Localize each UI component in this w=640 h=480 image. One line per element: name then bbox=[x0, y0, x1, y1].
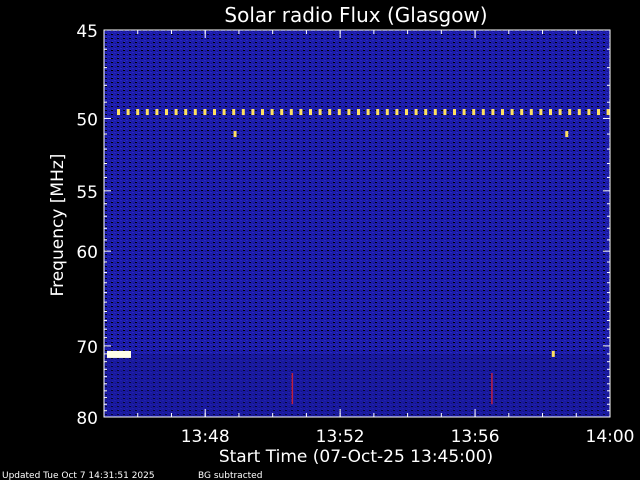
x-axis-label: Start Time (07-Oct-25 13:45:00) bbox=[219, 447, 493, 467]
burst-dash-mark bbox=[213, 109, 216, 116]
burst-dash-mark bbox=[385, 109, 389, 116]
burst-dash-mark bbox=[241, 109, 245, 116]
x-tick-label: 13:52 bbox=[316, 427, 365, 447]
burst-dash-mark bbox=[481, 109, 485, 116]
burst-dash-mark bbox=[568, 109, 572, 116]
burst-dash-mark bbox=[203, 109, 207, 116]
burst-dash-mark bbox=[366, 109, 370, 116]
burst-dash-mark bbox=[280, 109, 284, 116]
burst-dash-mark bbox=[270, 109, 274, 116]
burst-segment-mark bbox=[107, 350, 131, 358]
burst-dash-mark bbox=[184, 109, 188, 116]
footer-mode: BG subtracted bbox=[198, 471, 262, 480]
burst-dash-mark bbox=[453, 109, 456, 116]
burst-dash-mark bbox=[251, 109, 255, 116]
burst-dash-mark bbox=[443, 109, 447, 116]
burst-dash-mark bbox=[155, 109, 159, 116]
burst-dash-mark bbox=[328, 109, 332, 116]
x-tick-label: 13:48 bbox=[181, 427, 230, 447]
burst-dash-mark bbox=[261, 109, 264, 116]
spectrogram-chart: 45 50 55 60 70 80 13:48 13:52 13:56 14:00 Solar r… bbox=[2, 3, 635, 480]
burst-dash-mark bbox=[577, 109, 581, 116]
burst-dash-mark bbox=[193, 109, 197, 116]
burst-dash-mark bbox=[309, 109, 312, 116]
burst-dash-mark bbox=[462, 109, 466, 116]
burst-dash-mark bbox=[597, 109, 600, 116]
y-tick-label: 45 bbox=[76, 22, 98, 42]
burst-dash-mark bbox=[549, 109, 552, 116]
burst-dash-mark bbox=[414, 109, 418, 116]
x-tick-label: 13:56 bbox=[451, 427, 500, 447]
burst-dash-mark bbox=[529, 109, 533, 116]
burst-dot-mark bbox=[565, 131, 569, 138]
burst-dash-mark bbox=[232, 109, 236, 116]
y-tick-label: 70 bbox=[76, 338, 98, 358]
y-axis-label: Frequency [MHz] bbox=[48, 154, 68, 297]
burst-dash-mark bbox=[136, 109, 140, 116]
burst-dash-mark bbox=[289, 109, 293, 116]
burst-dash-mark bbox=[587, 109, 591, 116]
burst-dash-mark bbox=[606, 109, 610, 116]
y-tick-label: 55 bbox=[76, 183, 98, 203]
burst-dash-mark bbox=[318, 109, 322, 116]
x-tick-label: 14:00 bbox=[586, 427, 635, 447]
burst-dash-mark bbox=[347, 109, 351, 116]
burst-dash-mark bbox=[405, 109, 408, 116]
burst-dash-mark bbox=[558, 109, 562, 116]
burst-dash-mark bbox=[174, 109, 178, 116]
burst-dash-mark bbox=[433, 109, 437, 116]
burst-dash-mark bbox=[491, 109, 495, 116]
burst-dash-mark bbox=[117, 109, 120, 116]
burst-dash-mark bbox=[472, 109, 476, 116]
burst-dash-mark bbox=[395, 109, 399, 116]
burst-dash-mark bbox=[299, 109, 303, 116]
y-tick-label: 60 bbox=[76, 243, 98, 263]
burst-dash-mark bbox=[145, 109, 149, 116]
burst-dash-mark bbox=[520, 109, 524, 116]
burst-dash-mark bbox=[357, 109, 360, 116]
burst-dash-mark bbox=[126, 109, 130, 116]
burst-dash-mark bbox=[222, 109, 226, 116]
burst-dash-mark bbox=[501, 109, 504, 116]
burst-dash-mark bbox=[424, 109, 428, 116]
burst-dash-mark bbox=[539, 109, 543, 116]
burst-dash-mark bbox=[510, 109, 514, 116]
y-tick-label: 50 bbox=[76, 110, 98, 130]
burst-dot-mark bbox=[551, 350, 555, 357]
burst-dot-mark bbox=[233, 131, 237, 138]
spectrogram-lower-band bbox=[104, 353, 610, 417]
y-tick-label: 80 bbox=[76, 409, 98, 429]
burst-dash-mark bbox=[165, 109, 168, 116]
chart-title: Solar radio Flux (Glasgow) bbox=[224, 3, 487, 27]
burst-dash-mark bbox=[337, 109, 341, 116]
burst-dash-mark bbox=[376, 109, 380, 116]
footer-updated: Updated Tue Oct 7 14:31:51 2025 bbox=[2, 471, 155, 480]
